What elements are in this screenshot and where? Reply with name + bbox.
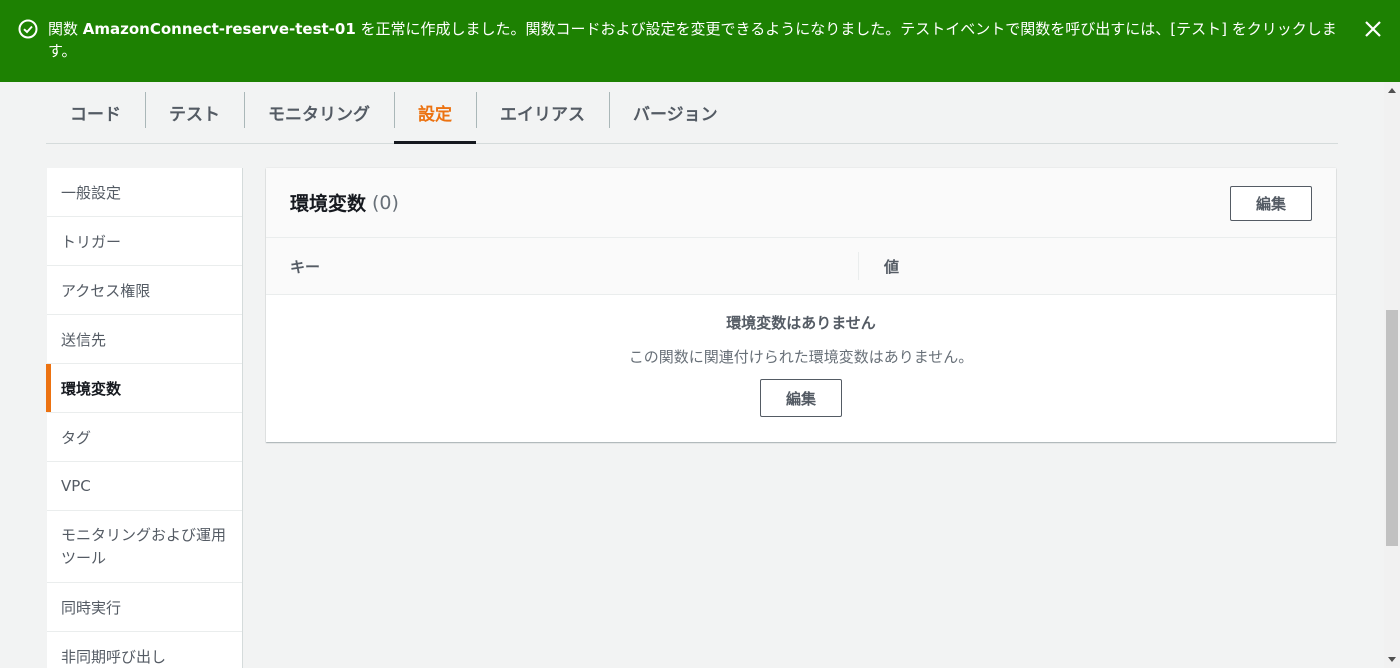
close-icon[interactable] [1362, 18, 1384, 40]
column-header-value: 値 [884, 257, 900, 276]
empty-state-description: この関数に関連付けられた環境変数はありません。 [628, 348, 974, 366]
success-flash-banner: 関数 AmazonConnect-reserve-test-01 を正常に作成し… [0, 0, 1400, 82]
tab-monitoring[interactable]: モニタリング [244, 82, 394, 143]
table-header: キー 値 [266, 238, 1336, 295]
empty-state: 環境変数はありません この関数に関連付けられた環境変数はありません。 編集 [266, 295, 1336, 417]
tab-configuration[interactable]: 設定 [394, 82, 476, 144]
sidenav-item-async-invocation[interactable]: 非同期呼び出し [47, 632, 242, 668]
environment-variables-panel: 環境変数 (0) 編集 キー 値 環境変数はありません この関数に関連付けられた… [266, 168, 1336, 442]
sidenav-item-general[interactable]: 一般設定 [47, 168, 242, 217]
sidenav-item-vpc[interactable]: VPC [47, 462, 242, 511]
sidenav-item-destinations[interactable]: 送信先 [47, 315, 242, 364]
scroll-up-arrow-icon[interactable] [1384, 82, 1400, 98]
sidenav-item-tags[interactable]: タグ [47, 413, 242, 462]
scroll-down-arrow-icon[interactable] [1384, 652, 1400, 668]
sidenav-item-permissions[interactable]: アクセス権限 [47, 266, 242, 315]
flash-message-prefix: 関数 [48, 20, 83, 38]
sidenav-item-environment-variables[interactable]: 環境変数 [46, 364, 242, 413]
empty-state-edit-button[interactable]: 編集 [760, 379, 842, 417]
panel-title: 環境変数 [290, 193, 367, 215]
edit-button[interactable]: 編集 [1230, 186, 1312, 221]
scrollbar-thumb[interactable] [1386, 310, 1398, 546]
tab-test[interactable]: テスト [145, 82, 244, 143]
flash-function-name: AmazonConnect-reserve-test-01 [82, 20, 356, 38]
check-circle-icon [18, 19, 38, 39]
page-scrollbar[interactable] [1384, 82, 1400, 668]
empty-state-title: 環境変数はありません [726, 314, 876, 332]
function-tabs: コード テスト モニタリング 設定 エイリアス バージョン [46, 82, 1338, 144]
column-header-key: キー [290, 257, 321, 276]
column-divider [858, 252, 859, 280]
tab-aliases[interactable]: エイリアス [476, 82, 609, 143]
tab-code[interactable]: コード [46, 82, 145, 143]
tab-versions[interactable]: バージョン [609, 82, 742, 143]
configuration-sidenav: 一般設定 トリガー アクセス権限 送信先 環境変数 タグ VPC モニタリングお… [46, 168, 243, 668]
panel-header: 環境変数 (0) 編集 [266, 168, 1336, 238]
sidenav-item-concurrency[interactable]: 同時実行 [47, 583, 242, 632]
flash-message: 関数 AmazonConnect-reserve-test-01 を正常に作成し… [48, 18, 1348, 62]
sidenav-item-monitoring-tools[interactable]: モニタリングおよび運用ツール [47, 511, 242, 583]
sidenav-item-triggers[interactable]: トリガー [47, 217, 242, 266]
panel-count: (0) [372, 191, 399, 214]
